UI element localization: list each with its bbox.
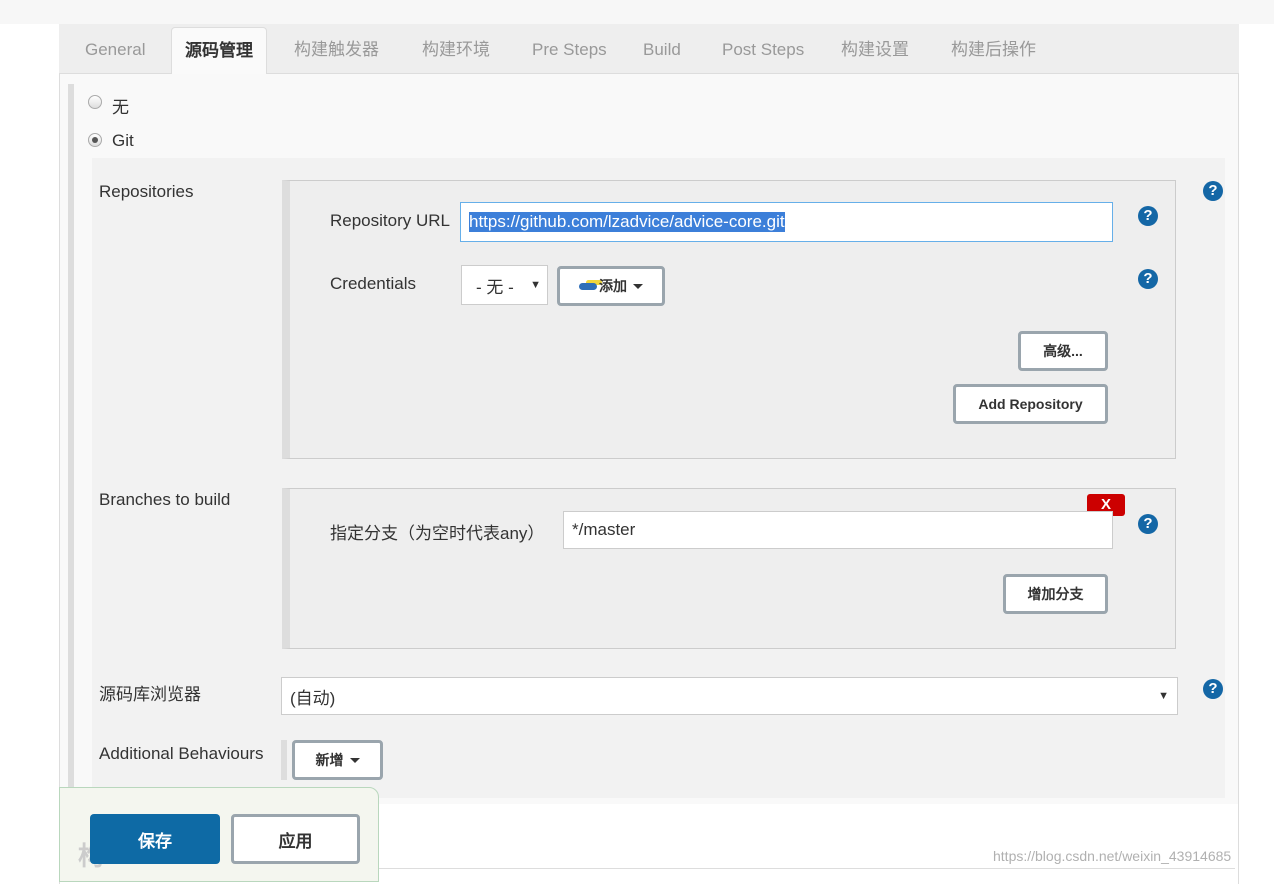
radio-git-label: Git — [112, 131, 134, 150]
tab-scm[interactable]: 源码管理 — [171, 27, 267, 75]
repo-url-input[interactable]: https://github.com/lzadvice/advice-core.… — [460, 202, 1113, 242]
add-branch-button[interactable]: 增加分支 — [1003, 574, 1108, 614]
section-bar — [68, 84, 74, 794]
caret-down-icon — [633, 283, 643, 289]
tab-bar: General 源码管理 构建触发器 构建环境 Pre Steps Build … — [59, 24, 1239, 75]
help-icon[interactable]: ? — [1203, 679, 1223, 699]
radio-none-label: 无 — [112, 98, 129, 117]
repositories-label: Repositories — [99, 182, 194, 201]
top-band — [0, 0, 1274, 24]
add-behaviour-label: 新增 — [315, 752, 344, 768]
bottom-button-bar: 构 保存 应用 — [59, 787, 379, 882]
repo-url-value: https://github.com/lzadvice/advice-core.… — [469, 212, 785, 232]
tab-post-build[interactable]: 构建后操作 — [938, 24, 1049, 74]
repo-url-label: Repository URL — [330, 211, 450, 230]
add-behaviour-button[interactable]: 新增 — [292, 740, 383, 780]
branches-label: Branches to build — [99, 490, 231, 509]
branch-spec-label: 指定分支（为空时代表any） — [330, 524, 545, 543]
tab-build-settings[interactable]: 构建设置 — [828, 24, 922, 74]
add-credentials-label: 添加 — [599, 278, 627, 294]
credentials-value: - 无 - — [476, 277, 514, 297]
add-repository-button[interactable]: Add Repository — [953, 384, 1108, 424]
advanced-button[interactable]: 高级... — [1018, 331, 1108, 371]
radio-git[interactable] — [88, 133, 102, 147]
help-icon[interactable]: ? — [1203, 181, 1223, 201]
apply-button[interactable]: 应用 — [231, 814, 360, 864]
tab-build[interactable]: Build — [630, 24, 694, 74]
behaviours-label: Additional Behaviours — [99, 744, 264, 763]
watermark: https://blog.csdn.net/weixin_43914685 — [993, 848, 1232, 864]
radio-none[interactable] — [88, 95, 102, 109]
branch-spec-input[interactable]: */master — [563, 511, 1113, 549]
save-button[interactable]: 保存 — [90, 814, 220, 864]
tab-triggers[interactable]: 构建触发器 — [281, 24, 392, 74]
key-icon — [579, 282, 597, 290]
caret-down-icon — [349, 757, 360, 763]
add-credentials-button[interactable]: 添加 — [557, 266, 665, 306]
help-icon[interactable]: ? — [1138, 206, 1158, 226]
tab-pre-steps[interactable]: Pre Steps — [519, 24, 620, 74]
browser-value: (自动) — [290, 688, 336, 708]
tab-general[interactable]: General — [72, 24, 158, 74]
behaviours-bar — [281, 740, 287, 780]
dropdown-arrow-icon: ▼ — [530, 279, 541, 291]
credentials-label: Credentials — [330, 274, 416, 293]
dropdown-arrow-icon: ▼ — [1158, 690, 1169, 702]
tab-post-steps[interactable]: Post Steps — [709, 24, 817, 74]
browser-label: 源码库浏览器 — [99, 685, 201, 704]
browser-select[interactable]: (自动) ▼ — [281, 677, 1178, 715]
help-icon[interactable]: ? — [1138, 514, 1158, 534]
help-icon[interactable]: ? — [1138, 269, 1158, 289]
tab-build-env[interactable]: 构建环境 — [409, 24, 503, 74]
credentials-select[interactable]: - 无 - ▼ — [461, 265, 548, 305]
